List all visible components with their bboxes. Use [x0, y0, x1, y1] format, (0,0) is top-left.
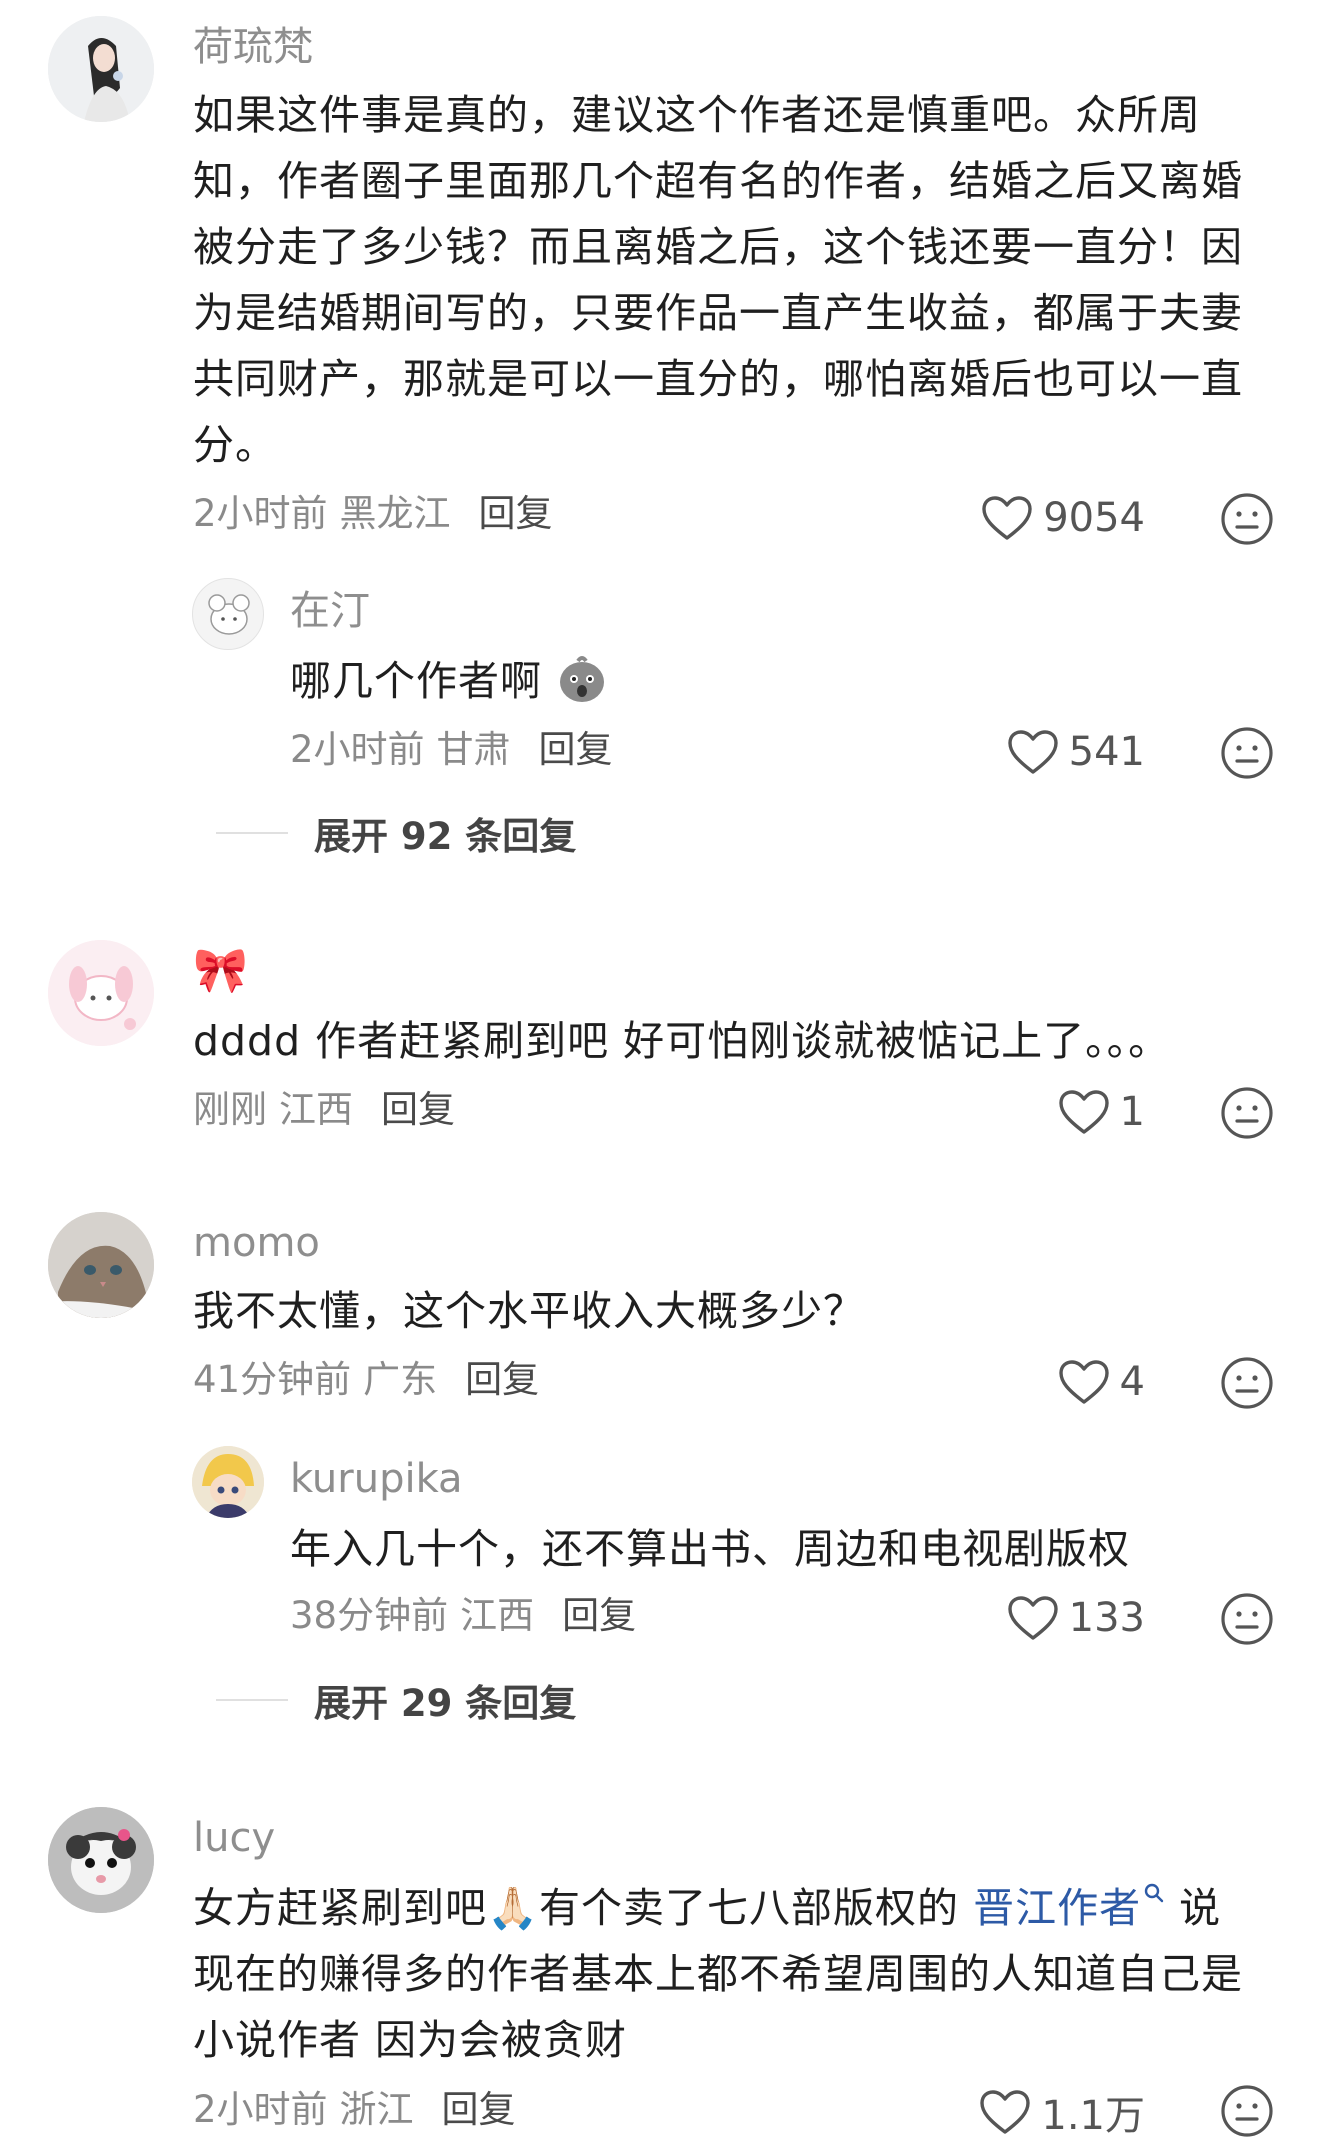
- reply-text-content: 哪几个作者啊: [290, 657, 542, 705]
- comment-username[interactable]: 🎀: [193, 946, 248, 996]
- like-button[interactable]: 1.1万: [960, 2082, 1145, 2142]
- reply-username[interactable]: kurupika: [290, 1454, 463, 1504]
- like-button[interactable]: 541: [980, 722, 1145, 782]
- comment-time: 刚刚: [193, 1088, 267, 1131]
- shocked-face-icon: [560, 656, 605, 702]
- neutral-face-icon[interactable]: [1220, 1086, 1274, 1140]
- reply-button[interactable]: 回复: [479, 492, 553, 535]
- comment-list: 荷琉梵 如果这件事是真的，建议这个作者还是慎重吧。众所周知，作者圈子里面那几个超…: [0, 0, 1320, 2151]
- expand-replies-label: 展开 29 条回复: [314, 1682, 577, 1725]
- reply-meta: 2小时前 甘肃 回复: [290, 726, 613, 774]
- comment-meta: 41分钟前 广东 回复: [193, 1356, 539, 1404]
- reply-button[interactable]: 回复: [562, 1594, 636, 1637]
- neutral-face-icon[interactable]: [1220, 492, 1274, 546]
- like-count: 133: [1068, 1595, 1145, 1641]
- like-count: 4: [1119, 1359, 1145, 1405]
- like-button[interactable]: 4: [1000, 1352, 1145, 1412]
- expand-replies-label: 展开 92 条回复: [314, 815, 577, 858]
- avatar[interactable]: [48, 1212, 154, 1318]
- reply-meta: 38分钟前 江西 回复: [290, 1592, 636, 1640]
- avatar[interactable]: [48, 940, 154, 1046]
- heart-outline-icon: [1058, 1090, 1109, 1134]
- like-count: 1: [1119, 1089, 1145, 1135]
- like-button[interactable]: 9054: [960, 488, 1145, 548]
- comment-text: 女方赶紧刷到吧🙏🏻有个卖了七八部版权的 晋江作者 说现在的赚得多的作者基本上都不…: [193, 1875, 1253, 2073]
- avatar[interactable]: [192, 1446, 264, 1518]
- comment-time: 2小时前: [193, 492, 328, 535]
- neutral-face-icon[interactable]: [1220, 1356, 1274, 1410]
- reply-button[interactable]: 回复: [381, 1088, 455, 1131]
- reply-location: 甘肃: [436, 728, 511, 771]
- comment-time: 2小时前: [193, 2088, 328, 2131]
- comment-location: 广东: [363, 1358, 438, 1401]
- avatar[interactable]: [48, 16, 154, 122]
- heart-outline-icon: [980, 2090, 1031, 2134]
- comment-username[interactable]: lucy: [193, 1813, 275, 1863]
- heart-outline-icon: [1007, 1596, 1058, 1640]
- like-count: 9054: [1043, 495, 1145, 541]
- like-count: 541: [1068, 729, 1145, 775]
- reply-text: 年入几十个，还不算出书、周边和电视剧版权: [290, 1525, 1130, 1573]
- heart-outline-icon: [1058, 1360, 1109, 1404]
- comment-meta: 2小时前 黑龙江 回复: [193, 490, 553, 538]
- like-count: 1.1万: [1041, 2093, 1145, 2139]
- like-button[interactable]: 1: [1000, 1082, 1145, 1142]
- comment-text: dddd 作者赶紧刷到吧 好可怕刚谈就被惦记上了。。。: [193, 1017, 1171, 1065]
- divider: [216, 1699, 288, 1701]
- comment-time: 41分钟前: [193, 1358, 352, 1401]
- neutral-face-icon[interactable]: [1220, 1592, 1274, 1646]
- comment-text: 如果这件事是真的，建议这个作者还是慎重吧。众所周知，作者圈子里面那几个超有名的作…: [193, 91, 1243, 469]
- comment-meta: 刚刚 江西 回复: [193, 1086, 455, 1134]
- reply-time: 38分钟前: [290, 1594, 449, 1637]
- comment-text: 我不太懂，这个水平收入大概多少？: [193, 1287, 865, 1335]
- like-button[interactable]: 133: [980, 1588, 1145, 1648]
- comment-meta: 2小时前 浙江 回复: [193, 2086, 516, 2134]
- comment-location: 江西: [279, 1088, 353, 1131]
- neutral-face-icon[interactable]: [1220, 726, 1274, 780]
- reply-button[interactable]: 回复: [539, 728, 613, 771]
- reply-button[interactable]: 回复: [465, 1358, 539, 1401]
- avatar[interactable]: [48, 1807, 154, 1913]
- divider: [216, 832, 288, 834]
- heart-outline-icon: [982, 496, 1032, 540]
- reply-text: 哪几个作者啊: [290, 648, 1190, 714]
- comment-text-part: 女方赶紧刷到吧🙏🏻有个卖了七八部版权的: [193, 1884, 974, 1932]
- avatar[interactable]: [192, 578, 264, 650]
- comment-username[interactable]: 荷琉梵: [193, 22, 313, 72]
- comment-location: 浙江: [339, 2088, 414, 2131]
- reply-location: 江西: [460, 1594, 535, 1637]
- heart-outline-icon: [1007, 730, 1058, 774]
- expand-replies-button[interactable]: 展开 29 条回复: [216, 1673, 576, 1727]
- search-link[interactable]: 晋江作者: [973, 1883, 1165, 1932]
- reply-username[interactable]: 在汀: [290, 586, 370, 636]
- expand-replies-button[interactable]: 展开 92 条回复: [216, 806, 576, 860]
- search-link-label: 晋江作者: [973, 1884, 1142, 1932]
- neutral-face-icon[interactable]: [1220, 2084, 1274, 2138]
- comment-location: 黑龙江: [339, 492, 451, 535]
- search-icon: [1144, 1883, 1164, 1903]
- reply-time: 2小时前: [290, 728, 425, 771]
- comment-username[interactable]: momo: [193, 1218, 320, 1268]
- reply-button[interactable]: 回复: [442, 2088, 516, 2131]
